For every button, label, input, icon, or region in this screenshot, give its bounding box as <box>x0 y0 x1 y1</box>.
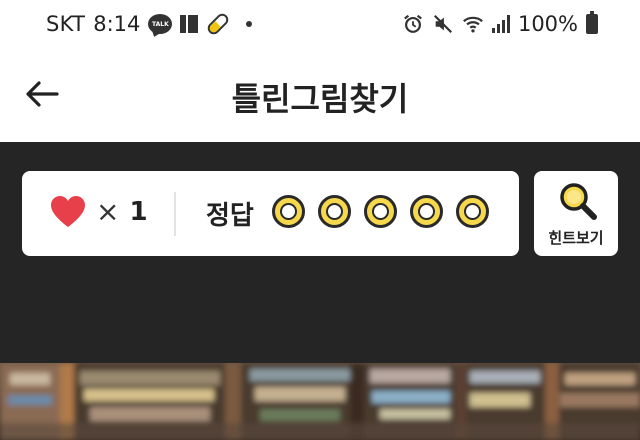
answer-slot-icon <box>456 195 489 228</box>
game-info-panel: × 1 정답 힌트보기 <box>0 142 640 363</box>
divider <box>174 192 176 236</box>
status-bar: SKT 8:14 TALK 100% <box>0 0 640 54</box>
answer-label: 정답 <box>206 201 254 231</box>
lives-indicator: × 1 <box>50 195 148 229</box>
answer-slot-icon <box>364 195 397 228</box>
battery-icon <box>586 11 598 34</box>
page-title: 틀린그림찾기 <box>231 80 409 118</box>
heart-icon <box>51 196 85 227</box>
app-header: 틀린그림찾기 <box>0 54 640 142</box>
dot-icon <box>246 21 253 27</box>
news-icon <box>180 15 199 33</box>
kakaotalk-icon: TALK <box>148 14 173 34</box>
carrier-label: SKT <box>46 12 86 36</box>
mute-icon <box>433 14 452 34</box>
answer-slot-icon <box>410 195 443 228</box>
status-bar-left: SKT 8:14 TALK <box>46 11 253 37</box>
lives-count: 1 <box>129 197 148 227</box>
answer-slot-icon <box>272 195 305 228</box>
score-card: × 1 정답 <box>22 171 519 256</box>
store-shelves-image <box>0 363 640 440</box>
pill-icon <box>205 11 232 37</box>
status-bar-right: 100% <box>402 11 598 36</box>
talk-badge-text: TALK <box>152 20 169 28</box>
hint-button[interactable]: 힌트보기 <box>534 171 618 256</box>
answer-slot-icon <box>318 195 351 228</box>
answer-circles <box>272 195 489 228</box>
wifi-icon <box>463 16 483 33</box>
times-icon: × <box>96 195 120 228</box>
clock: 8:14 <box>93 12 141 36</box>
alarm-icon <box>404 14 422 33</box>
game-image[interactable] <box>0 363 640 440</box>
hint-label: 힌트보기 <box>548 229 604 247</box>
magnifier-icon <box>560 183 597 220</box>
battery-percent: 100% <box>517 12 578 36</box>
signal-icon <box>491 15 510 33</box>
